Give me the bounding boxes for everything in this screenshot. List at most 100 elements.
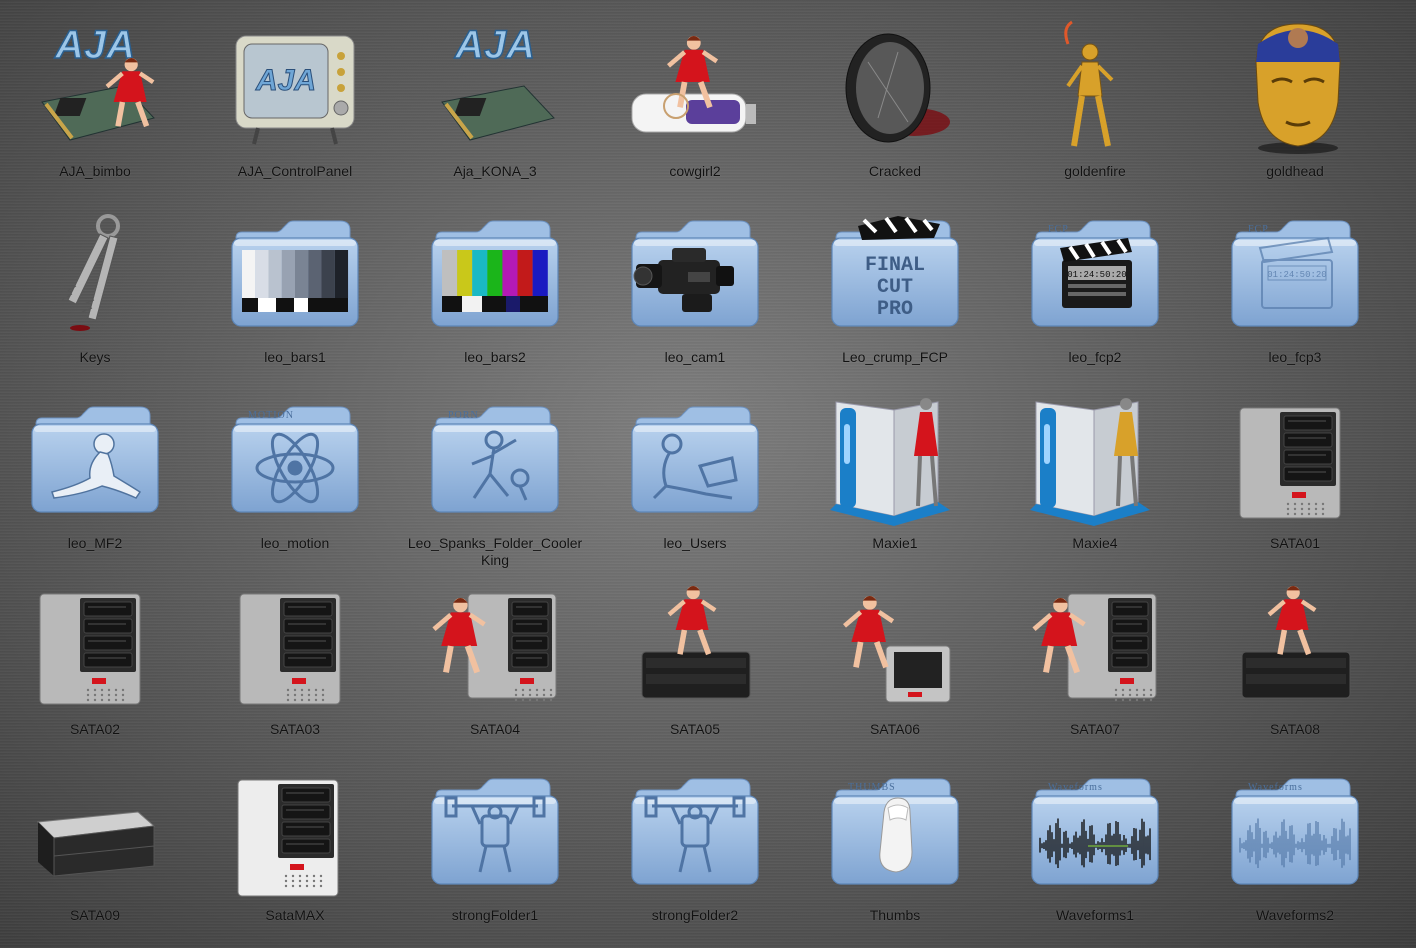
card-icon: AJA bbox=[428, 22, 562, 156]
desktop-icon-maxie1[interactable]: Maxie1 bbox=[795, 382, 995, 562]
server-icon bbox=[1228, 394, 1362, 528]
icon-label: SATA07 bbox=[1069, 721, 1121, 737]
server-tower-icon bbox=[641, 651, 751, 699]
icon-label: SATA04 bbox=[469, 721, 521, 737]
desktop-icon-aja-bimbo[interactable]: AJA AJA_bimbo bbox=[0, 10, 195, 190]
desktop-icon-goldenfire[interactable]: goldenfire bbox=[995, 10, 1195, 190]
desktop-icon-aja-kona-3[interactable]: AJA Aja_KONA_3 bbox=[395, 10, 595, 190]
desktop-icon-waveforms1[interactable]: Waveforms Waveforms1 bbox=[995, 754, 1195, 934]
desktop-icon-sata06[interactable]: SATA06 bbox=[795, 568, 995, 748]
icon-label: SATA03 bbox=[269, 721, 321, 737]
icon-label: leo_Users bbox=[663, 535, 727, 551]
desktop-icon-leo-cam1[interactable]: leo_cam1 bbox=[595, 196, 795, 376]
folder-icon bbox=[628, 208, 762, 342]
desktop-icon-sata04[interactable]: SATA04 bbox=[395, 568, 595, 748]
icon-label: Maxie4 bbox=[1072, 535, 1118, 551]
icon-label: SATA02 bbox=[69, 721, 121, 737]
folder-icon: FINAL CUT PRO bbox=[828, 208, 962, 342]
icon-label: AJA_ControlPanel bbox=[237, 163, 353, 179]
server-pinup-icon bbox=[1028, 580, 1162, 714]
server-tower-icon bbox=[39, 593, 141, 705]
goldfigure-icon bbox=[1028, 20, 1162, 156]
external-drive-icon bbox=[830, 398, 950, 526]
desktop-icon-waveforms2[interactable]: Waveforms Waveforms2 bbox=[1195, 754, 1395, 934]
icon-label: SATA08 bbox=[1269, 721, 1321, 737]
desktop-icon-leo-users[interactable]: leo_Users bbox=[595, 382, 795, 562]
goldhead-icon bbox=[1228, 22, 1362, 156]
desktop-icon-leo-motion[interactable]: MOTION leo_motion bbox=[195, 382, 395, 562]
desktop-icon-leo-bars2[interactable]: leo_bars2 bbox=[395, 196, 595, 376]
icon-label: SATA09 bbox=[69, 907, 121, 923]
folder-tab-text: MOTION bbox=[248, 410, 294, 421]
desktop-icon-sata08[interactable]: SATA08 bbox=[1195, 568, 1395, 748]
folder-tab-text: Waveforms bbox=[1048, 782, 1103, 793]
desktop-icon-leo-fcp3[interactable]: FCP 01:24:50:20 leo_fcp3 bbox=[1195, 196, 1395, 376]
server-low-pinup-icon bbox=[1228, 580, 1362, 714]
desktop-icon-sata01[interactable]: SATA01 bbox=[1195, 382, 1395, 562]
folder-icon: Waveforms bbox=[1028, 766, 1162, 900]
server-white-icon bbox=[228, 766, 362, 900]
desktop-icon-sata07[interactable]: SATA07 bbox=[995, 568, 1195, 748]
desktop: AJA AJA_bimbo AJA AJA_ControlPanel AJA A… bbox=[0, 0, 1416, 948]
desktop-icon-aja-controlpanel[interactable]: AJA AJA_ControlPanel bbox=[195, 10, 395, 190]
svg-text:01:24:50:20: 01:24:50:20 bbox=[1067, 270, 1126, 280]
icon-label: Thumbs bbox=[869, 907, 921, 923]
card-icon: AJA bbox=[28, 22, 162, 156]
icon-label: strongFolder1 bbox=[451, 907, 539, 923]
desktop-icon-thumbs[interactable]: THUMBS Thumbs bbox=[795, 754, 995, 934]
desktop-icon-strongfolder1[interactable]: strongFolder1 bbox=[395, 754, 595, 934]
folder-icon bbox=[28, 394, 162, 528]
pinup-figure-icon bbox=[667, 586, 717, 656]
server-icon bbox=[28, 580, 162, 714]
aja-logo-text: AJA bbox=[54, 23, 135, 67]
desktop-icon-leo-spanks-folder-cooler-king[interactable]: PORN Leo_Spanks_Folder_Cooler King bbox=[395, 382, 595, 568]
golden-figure-icon bbox=[1064, 20, 1114, 147]
icon-label: Waveforms2 bbox=[1255, 907, 1335, 923]
icon-label: leo_cam1 bbox=[664, 349, 726, 365]
icon-label: AJA_bimbo bbox=[59, 163, 131, 179]
desktop-icon-leo-bars1[interactable]: leo_bars1 bbox=[195, 196, 395, 376]
server-low-pinup-icon bbox=[628, 580, 762, 714]
folder-icon bbox=[428, 766, 562, 900]
usb-drive-icon bbox=[631, 36, 756, 133]
aja-logo-text: AJA bbox=[454, 23, 535, 67]
lens-icon bbox=[828, 22, 962, 156]
folder-icon bbox=[628, 394, 762, 528]
icon-label: Keys bbox=[79, 349, 111, 365]
keys-icon bbox=[61, 214, 120, 331]
desktop-icon-sata09[interactable]: SATA09 bbox=[0, 754, 195, 934]
folder-icon: THUMBS bbox=[828, 766, 962, 900]
desktop-icon-sata02[interactable]: SATA02 bbox=[0, 568, 195, 748]
svg-text:AJA: AJA bbox=[255, 64, 316, 97]
folder-icon: PORN bbox=[428, 394, 562, 528]
folder-tab-text: FCP bbox=[1048, 224, 1069, 235]
desktop-icon-cowgirl2[interactable]: cowgirl2 bbox=[595, 10, 795, 190]
tv-icon: AJA bbox=[235, 35, 355, 145]
desktop-icon-goldhead[interactable]: goldhead bbox=[1195, 10, 1395, 190]
icon-label: Aja_KONA_3 bbox=[453, 163, 537, 179]
desktop-icon-leo-mf2[interactable]: leo_MF2 bbox=[0, 382, 195, 562]
desktop-icon-sata03[interactable]: SATA03 bbox=[195, 568, 395, 748]
icon-label: leo_fcp2 bbox=[1068, 349, 1122, 365]
icon-label: goldhead bbox=[1266, 163, 1324, 179]
server-tower-icon bbox=[885, 645, 951, 703]
tv-icon: AJA bbox=[228, 22, 362, 156]
server-small-pinup-icon bbox=[828, 580, 962, 714]
desktop-icon-leo-fcp2[interactable]: FCP 01:24:50:20 leo_fcp2 bbox=[995, 196, 1195, 376]
folder-icon bbox=[428, 208, 562, 342]
icon-label: goldenfire bbox=[1064, 163, 1126, 179]
desktop-icon-keys[interactable]: Keys bbox=[0, 196, 195, 376]
folder-icon: Waveforms bbox=[1228, 766, 1362, 900]
desktop-icon-satamax[interactable]: SataMAX bbox=[195, 754, 395, 934]
folder-tab-text: FCP bbox=[1248, 224, 1269, 235]
video-card-icon: AJA bbox=[441, 22, 555, 141]
drive-enclosure-icon bbox=[36, 811, 156, 877]
desktop-icon-strongfolder2[interactable]: strongFolder2 bbox=[595, 754, 795, 934]
desktop-icon-sata05[interactable]: SATA05 bbox=[595, 568, 795, 748]
keys-icon bbox=[28, 208, 162, 342]
server-tower-icon bbox=[467, 593, 557, 702]
desktop-icon-leo-crump-fcp[interactable]: FINAL CUT PRO Leo_crump_FCP bbox=[795, 196, 995, 376]
desktop-icon-cracked[interactable]: Cracked bbox=[795, 10, 995, 190]
desktop-icon-maxie4[interactable]: Maxie4 bbox=[995, 382, 1195, 562]
icon-label: Cracked bbox=[868, 163, 922, 179]
